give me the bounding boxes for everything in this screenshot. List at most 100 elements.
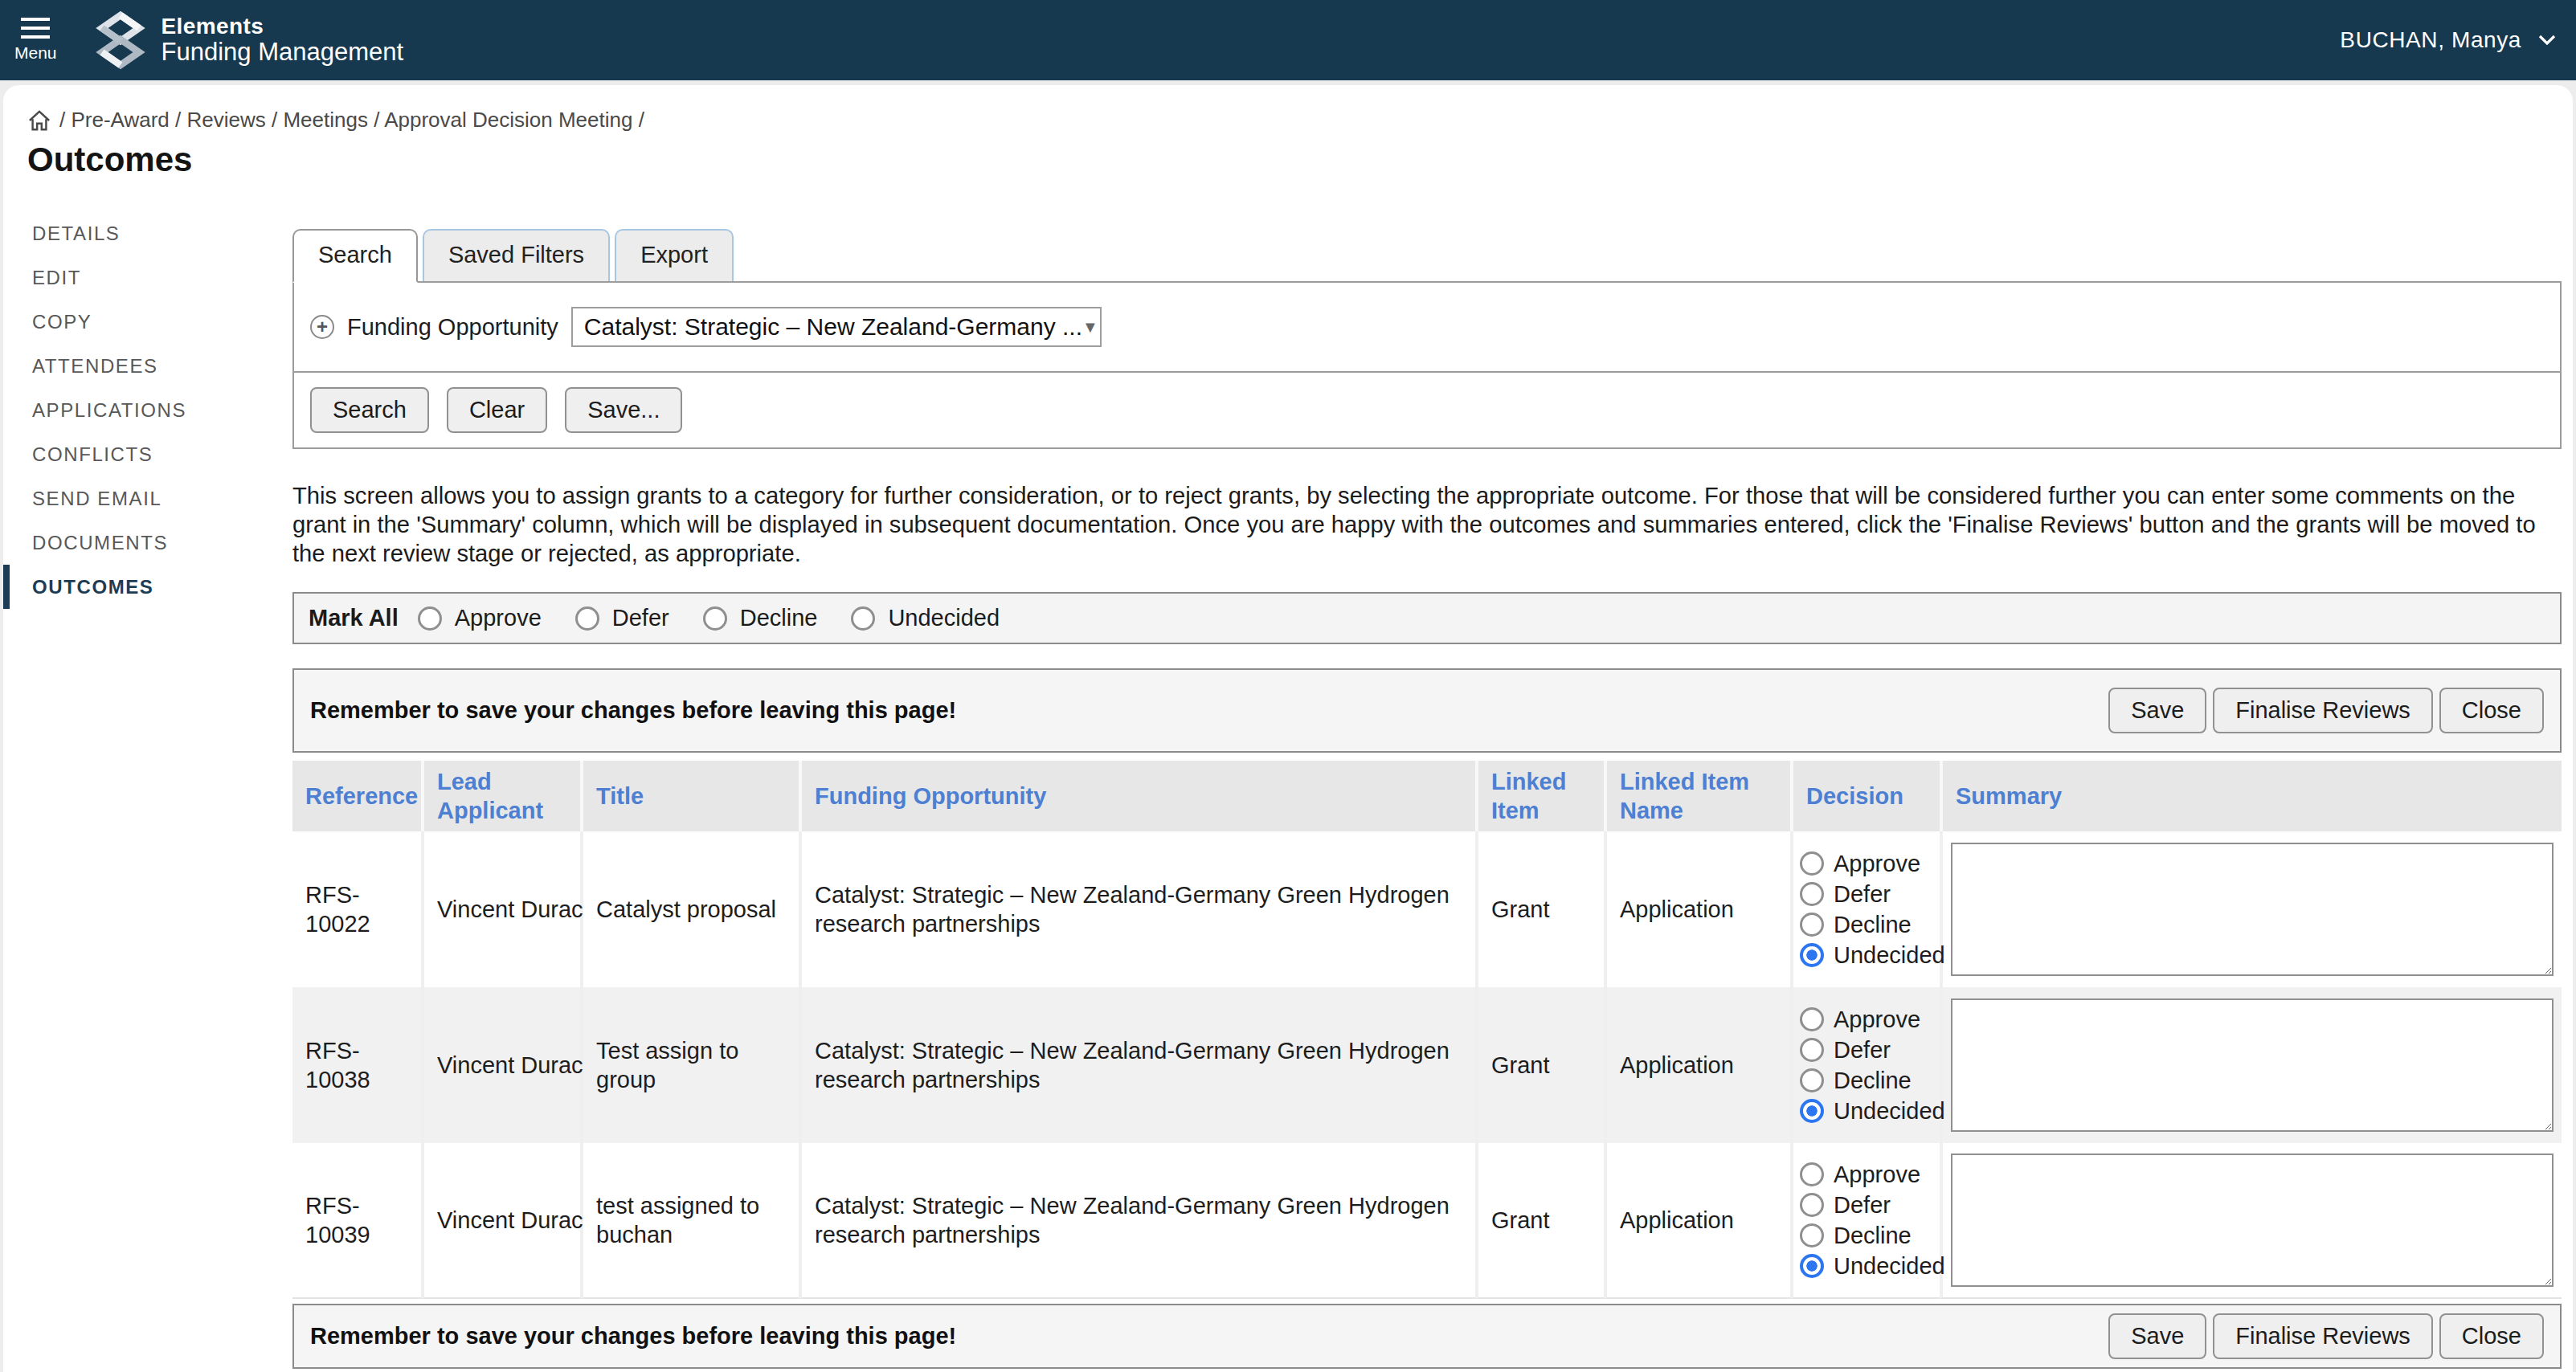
save-reminder-text: Remember to save your changes before lea…	[310, 1323, 2108, 1350]
breadcrumb: / Pre-Award / Reviews / Meetings / Appro…	[3, 85, 2573, 133]
home-icon[interactable]	[27, 109, 51, 132]
breadcrumb-link[interactable]: Approval Decision Meeting	[384, 108, 632, 132]
decision-option-decline[interactable]: Decline	[1800, 1221, 1933, 1250]
tab-search[interactable]: Search	[292, 229, 418, 283]
user-menu[interactable]: BUCHAN, Manya	[2340, 27, 2557, 53]
decision-radio-decline[interactable]	[1800, 1068, 1824, 1092]
save-bar-bottom: Remember to save your changes before lea…	[292, 1304, 2562, 1369]
cell-lead-applicant: Vincent Durac	[421, 831, 580, 987]
decision-option-decline[interactable]: Decline	[1800, 1066, 1933, 1095]
menu-label: Menu	[14, 43, 57, 63]
column-header-reference[interactable]: Reference	[292, 761, 421, 831]
column-header-lead-applicant[interactable]: Lead Applicant	[421, 761, 580, 831]
sidebar-item-conflicts[interactable]: CONFLICTS	[3, 432, 292, 476]
select-arrow-icon: ▼	[1082, 318, 1098, 337]
tab-export[interactable]: Export	[615, 229, 734, 281]
clear-button[interactable]: Clear	[447, 387, 547, 433]
search-panel: + Funding Opportunity Catalyst: Strategi…	[292, 281, 2562, 449]
decision-option-decline[interactable]: Decline	[1800, 910, 1933, 939]
mark-all-radio-approve[interactable]	[418, 606, 442, 631]
save-button[interactable]: Save	[2108, 688, 2206, 733]
breadcrumb-link[interactable]: Pre-Award	[71, 108, 169, 132]
decision-radio-approve[interactable]	[1800, 851, 1824, 876]
decision-radio-defer[interactable]	[1800, 882, 1824, 906]
mark-all-bar: Mark All ApproveDeferDeclineUndecided	[292, 592, 2562, 644]
cell-funding-opportunity: Catalyst: Strategic – New Zealand-German…	[799, 987, 1475, 1143]
decision-option-undecided[interactable]: Undecided	[1800, 1096, 1933, 1125]
mark-all-option-defer[interactable]: Defer	[575, 605, 669, 631]
mark-all-radio-decline[interactable]	[703, 606, 727, 631]
elements-logo-icon	[94, 10, 147, 70]
sidebar-item-edit[interactable]: EDIT	[3, 255, 292, 300]
finalise-reviews-button[interactable]: Finalise Reviews	[2213, 688, 2433, 733]
funding-opportunity-value: Catalyst: Strategic – New Zealand-German…	[584, 313, 1082, 341]
breadcrumb-link[interactable]: Reviews	[186, 108, 265, 132]
decision-option-defer[interactable]: Defer	[1800, 1190, 1933, 1219]
decision-radio-undecided[interactable]	[1800, 1254, 1824, 1278]
cell-linked-item-name: Application	[1604, 831, 1790, 987]
decision-radio-approve[interactable]	[1800, 1162, 1824, 1186]
summary-textarea[interactable]	[1951, 1154, 2554, 1287]
decision-option-approve[interactable]: Approve	[1800, 1005, 1933, 1034]
menu-button[interactable]: Menu	[14, 18, 57, 63]
decision-option-defer[interactable]: Defer	[1800, 880, 1933, 909]
column-header-linked-item[interactable]: Linked Item	[1475, 761, 1604, 831]
mark-all-radio-undecided[interactable]	[851, 606, 875, 631]
cell-title: test assigned to buchan	[580, 1143, 799, 1299]
cell-summary	[1940, 987, 2562, 1143]
sidebar: DETAILSEDITCOPYATTENDEESAPPLICATIONSCONF…	[3, 211, 292, 1369]
column-header-title[interactable]: Title	[580, 761, 799, 831]
summary-textarea[interactable]	[1951, 843, 2554, 976]
column-header-linked-item-name[interactable]: Linked Item Name	[1604, 761, 1790, 831]
sidebar-item-outcomes[interactable]: OUTCOMES	[3, 565, 292, 609]
cell-linked-item-name: Application	[1604, 987, 1790, 1143]
mark-all-option-decline[interactable]: Decline	[703, 605, 818, 631]
decision-radio-approve[interactable]	[1800, 1007, 1824, 1031]
mark-all-option-undecided[interactable]: Undecided	[851, 605, 1000, 631]
close-button[interactable]: Close	[2439, 688, 2544, 733]
decision-radio-undecided[interactable]	[1800, 1099, 1824, 1123]
save-button[interactable]: Save...	[565, 387, 682, 433]
sidebar-item-send-email[interactable]: SEND EMAIL	[3, 476, 292, 521]
page-title: Outcomes	[27, 141, 2573, 179]
cell-funding-opportunity: Catalyst: Strategic – New Zealand-German…	[799, 1143, 1475, 1299]
sidebar-item-documents[interactable]: DOCUMENTS	[3, 521, 292, 565]
save-button[interactable]: Save	[2108, 1313, 2206, 1359]
decision-radio-undecided[interactable]	[1800, 943, 1824, 967]
decision-option-approve[interactable]: Approve	[1800, 849, 1933, 878]
sidebar-item-copy[interactable]: COPY	[3, 300, 292, 344]
cell-lead-applicant: Vincent Durac	[421, 1143, 580, 1299]
funding-opportunity-select[interactable]: Catalyst: Strategic – New Zealand-German…	[571, 307, 1102, 347]
finalise-reviews-button[interactable]: Finalise Reviews	[2213, 1313, 2433, 1359]
expand-plus-icon[interactable]: +	[310, 315, 334, 339]
sidebar-item-details[interactable]: DETAILS	[3, 211, 292, 255]
column-header-funding-opportunity[interactable]: Funding Opportunity	[799, 761, 1475, 831]
column-header-decision[interactable]: Decision	[1790, 761, 1940, 831]
decision-option-approve[interactable]: Approve	[1800, 1160, 1933, 1189]
decision-radio-decline[interactable]	[1800, 1223, 1824, 1247]
decision-option-defer[interactable]: Defer	[1800, 1035, 1933, 1064]
sidebar-item-attendees[interactable]: ATTENDEES	[3, 344, 292, 388]
decision-option-undecided[interactable]: Undecided	[1800, 941, 1933, 970]
top-bar: Menu Elements Funding Management BUCHAN,…	[0, 0, 2576, 80]
main-content: SearchSaved FiltersExport + Funding Oppo…	[292, 211, 2562, 1369]
decision-radio-defer[interactable]	[1800, 1038, 1824, 1062]
decision-radio-decline[interactable]	[1800, 913, 1824, 937]
search-button[interactable]: Search	[310, 387, 429, 433]
decision-radio-defer[interactable]	[1800, 1193, 1824, 1217]
save-bar-top: Remember to save your changes before lea…	[292, 668, 2562, 753]
breadcrumb-link[interactable]: Meetings	[283, 108, 368, 132]
cell-funding-opportunity: Catalyst: Strategic – New Zealand-German…	[799, 831, 1475, 987]
close-button[interactable]: Close	[2439, 1313, 2544, 1359]
chevron-down-icon	[2537, 34, 2557, 47]
mark-all-radio-defer[interactable]	[575, 606, 599, 631]
column-header-summary[interactable]: Summary	[1940, 761, 2562, 831]
mark-all-option-approve[interactable]: Approve	[418, 605, 542, 631]
instructions-text: This screen allows you to assign grants …	[292, 481, 2562, 568]
tab-saved-filters[interactable]: Saved Filters	[423, 229, 610, 281]
sidebar-item-applications[interactable]: APPLICATIONS	[3, 388, 292, 432]
decision-option-undecided[interactable]: Undecided	[1800, 1252, 1933, 1280]
cell-summary	[1940, 831, 2562, 987]
brand-subtitle: Funding Management	[162, 39, 404, 67]
summary-textarea[interactable]	[1951, 998, 2554, 1132]
